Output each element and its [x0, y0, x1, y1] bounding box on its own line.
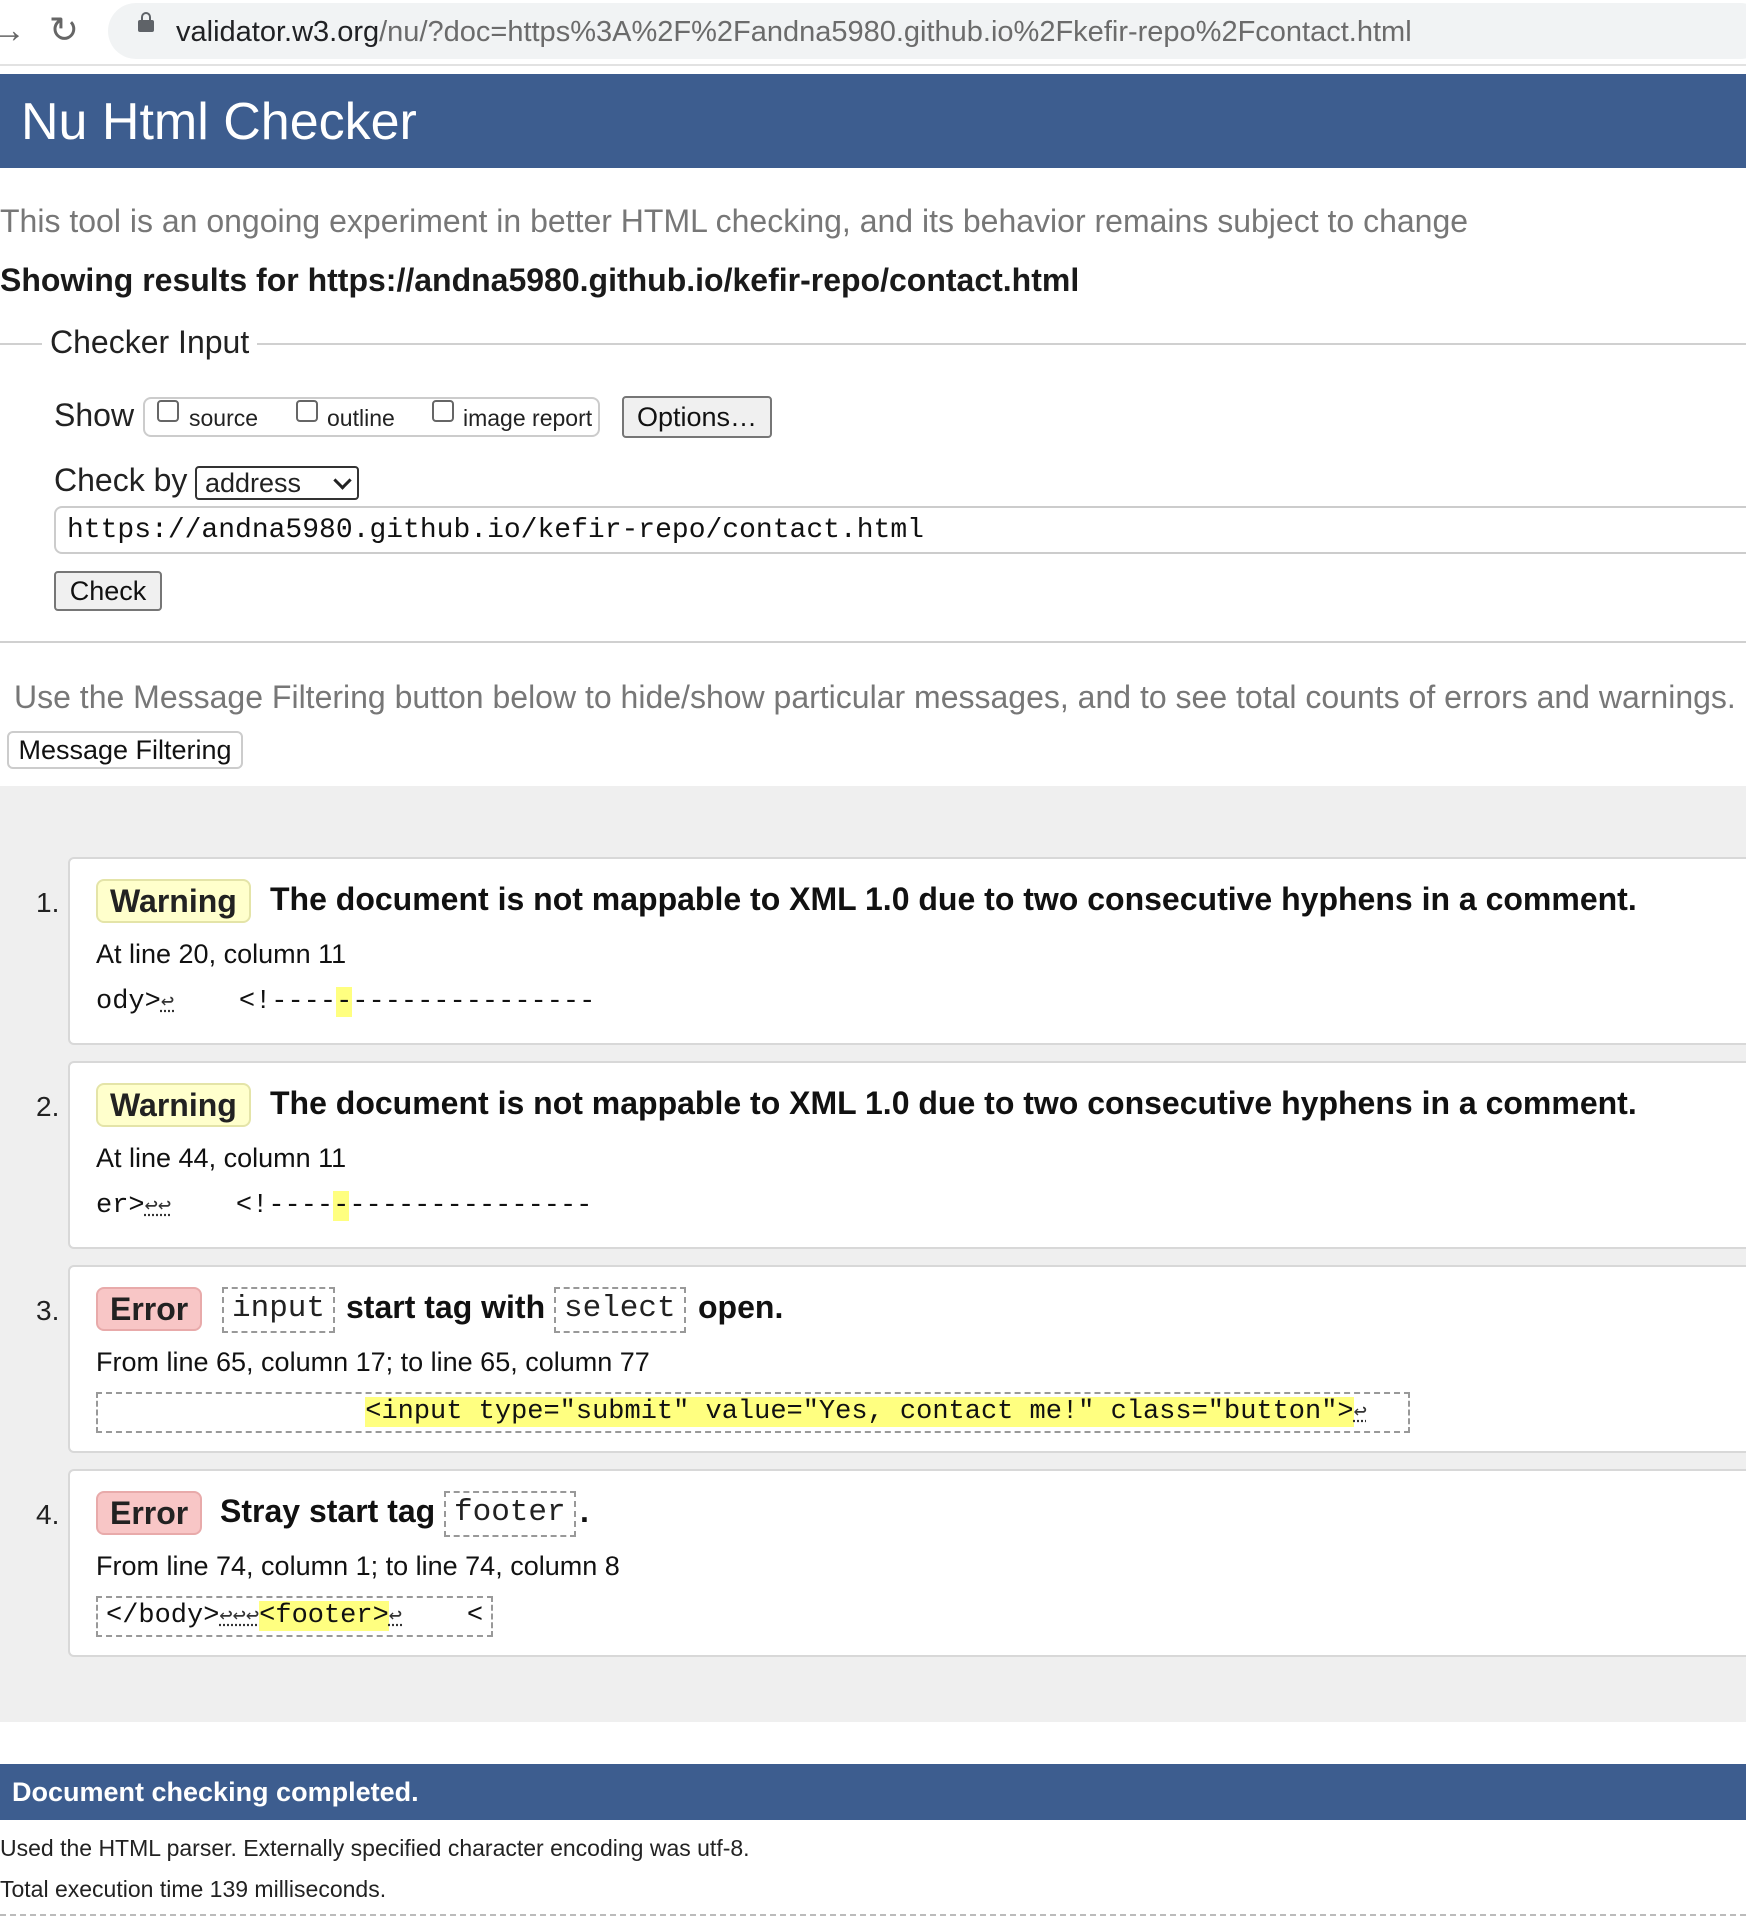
reload-icon[interactable]: ↻: [42, 8, 86, 52]
extract-text: ---------------: [349, 1191, 593, 1221]
warning-badge: Warning: [96, 1083, 251, 1127]
message-title: .: [580, 1493, 589, 1529]
message-extract: ody>↩ <!--------------------: [96, 984, 595, 1021]
chevron-down-icon: [333, 471, 352, 490]
url-path: /nu/?doc=https%3A%2F%2Fandna5980.github.…: [379, 16, 1412, 48]
message-title: start tag with: [346, 1289, 546, 1325]
check-button[interactable]: Check: [54, 571, 162, 611]
check-by-select[interactable]: address: [195, 466, 359, 500]
code-element-name: input: [222, 1287, 336, 1333]
message-title: Stray start tag: [220, 1493, 436, 1529]
check-by-select-value: address: [205, 468, 302, 498]
source-checkbox[interactable]: [157, 400, 179, 422]
message-title: The document is not mappable to XML 1.0 …: [270, 1085, 1637, 1121]
extract-text: er>: [96, 1191, 145, 1221]
extract-highlight: <input type="submit" value="Yes, contact…: [365, 1397, 1354, 1427]
show-label: Show: [54, 397, 135, 433]
tagline: This tool is an ongoing experiment in be…: [0, 203, 1469, 239]
outline-checkbox[interactable]: [296, 400, 318, 422]
message-location: At line 44, column 11: [96, 1143, 347, 1173]
message-number: 3.: [36, 1295, 60, 1326]
message-item: Error input start tag with select open. …: [68, 1265, 1746, 1453]
extract-text: [106, 1397, 365, 1427]
message-number: 2.: [36, 1091, 60, 1122]
url-host: validator.w3.org: [176, 16, 380, 48]
address-input-value: https://andna5980.github.io/kefir-repo/c…: [67, 515, 924, 546]
parser-details: Used the HTML parser. Externally specifi…: [0, 1835, 750, 1861]
image-report-checkbox-label[interactable]: image report: [463, 405, 592, 432]
message-item: Error Stray start tag footer . From line…: [68, 1469, 1746, 1657]
error-badge: Error: [96, 1491, 203, 1535]
extract-text: <: [402, 1601, 484, 1631]
line-break-marker: ↩: [388, 1604, 403, 1629]
address-input[interactable]: https://andna5980.github.io/kefir-repo/c…: [54, 506, 1746, 554]
warning-badge: Warning: [96, 879, 251, 923]
message-title: The document is not mappable to XML 1.0 …: [270, 881, 1637, 917]
outline-checkbox-label[interactable]: outline: [327, 405, 395, 432]
message-extract: </body>↩↩↩<footer>↩ <: [96, 1596, 494, 1637]
line-break-marker: ↩: [160, 990, 175, 1015]
extract-text: ody>: [96, 987, 161, 1017]
divider: [0, 1914, 1746, 1916]
line-break-marker: ↩↩↩: [219, 1604, 260, 1629]
message-location: At line 20, column 11: [96, 939, 347, 969]
source-checkbox-label[interactable]: source: [189, 405, 258, 432]
checking-completed-heading[interactable]: Document checking completed.: [12, 1777, 419, 1808]
arrow-right-icon[interactable]: →: [0, 8, 30, 52]
execution-time: Total execution time 139 milliseconds.: [0, 1876, 387, 1902]
results-for-heading: Showing results for https://andna5980.gi…: [0, 262, 1080, 298]
message-title: open.: [698, 1289, 784, 1325]
extract-highlight: -: [336, 987, 353, 1017]
message-item: Warning The document is not mappable to …: [68, 857, 1746, 1045]
message-filtering-button[interactable]: Message Filtering: [7, 731, 243, 769]
message-extract: <input type="submit" value="Yes, contact…: [96, 1392, 1410, 1433]
lock-icon[interactable]: [138, 12, 154, 32]
page-header: Nu Html Checker: [0, 74, 1746, 168]
message-extract: er>↩↩ <!--------------------: [96, 1188, 592, 1225]
message-number: 4.: [36, 1499, 60, 1530]
extract-highlight: -: [333, 1191, 350, 1221]
image-report-checkbox[interactable]: [432, 400, 454, 422]
extract-text: <!----: [171, 1191, 334, 1221]
options-button[interactable]: Options…: [622, 396, 772, 438]
extract-text: </body>: [106, 1601, 220, 1631]
message-location: From line 65, column 17; to line 65, col…: [96, 1347, 650, 1377]
message-number: 1.: [36, 887, 60, 918]
error-badge: Error: [96, 1287, 203, 1331]
line-break-marker: ↩: [1353, 1400, 1367, 1425]
message-location: From line 74, column 1; to line 74, colu…: [96, 1551, 620, 1581]
code-element-name: select: [554, 1287, 686, 1333]
browser-toolbar: → ↻ validator.w3.org/nu/?doc=https%3A%2F…: [0, 0, 1746, 66]
line-break-marker: ↩↩: [144, 1194, 172, 1219]
address-bar-url[interactable]: validator.w3.org/nu/?doc=https%3A%2F%2Fa…: [176, 16, 1412, 49]
check-by-label: Check by: [54, 462, 188, 498]
extract-highlight: <footer>: [259, 1601, 389, 1631]
code-element-name: footer: [444, 1491, 576, 1537]
address-bar[interactable]: validator.w3.org/nu/?doc=https%3A%2F%2Fa…: [108, 3, 1746, 59]
page-title[interactable]: Nu Html Checker: [21, 92, 417, 152]
checker-input-legend: Checker Input: [42, 324, 258, 361]
message-item: Warning The document is not mappable to …: [68, 1061, 1746, 1249]
extract-text: <!----: [174, 987, 337, 1017]
filtering-note: Use the Message Filtering button below t…: [14, 679, 1736, 715]
checking-completed-bar: Document checking completed.: [0, 1764, 1746, 1820]
extract-text: ---------------: [352, 987, 596, 1017]
